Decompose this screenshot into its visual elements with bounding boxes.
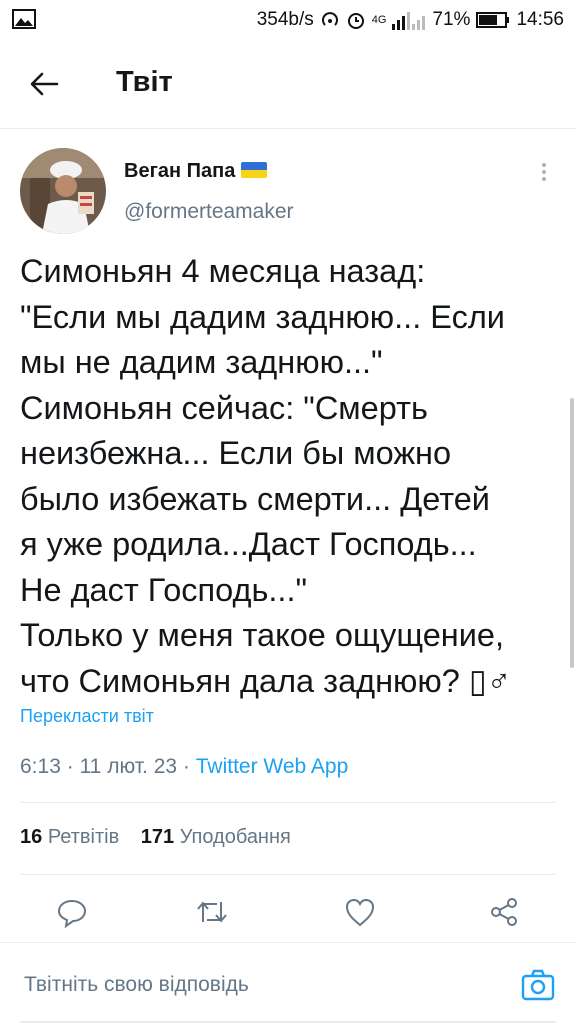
- retweets-label: Ретвітів: [47, 826, 120, 848]
- author-handle[interactable]: @formerteamaker: [124, 200, 294, 224]
- more-options-button[interactable]: [534, 160, 554, 188]
- back-button[interactable]: [24, 64, 64, 104]
- avatar-image: [20, 148, 106, 234]
- status-bar-right: 354b/s 4G 71% 14:56: [257, 8, 564, 32]
- camera-button[interactable]: [520, 967, 556, 1003]
- gallery-notification-icon: [12, 9, 36, 29]
- more-dots-icon: [542, 163, 546, 167]
- reply-button[interactable]: [52, 892, 92, 932]
- tweet-text: Симоньян 4 месяца назад: "Если мы дадим …: [20, 249, 568, 704]
- tweet-line: Только у меня такое ощущение,: [20, 617, 504, 653]
- scrollbar[interactable]: [570, 398, 574, 668]
- reply-underline: [20, 1021, 556, 1023]
- retweets-stat[interactable]: 16 Ретвітів: [20, 826, 119, 849]
- tweet-source-link[interactable]: Twitter Web App: [196, 755, 349, 778]
- share-button[interactable]: [484, 892, 524, 932]
- tweet-date: 11 лют. 23: [79, 755, 178, 778]
- meta-separator: ·: [66, 755, 74, 778]
- reply-icon: [57, 899, 87, 928]
- tweet-line: я уже родила...Даст Господь...: [20, 526, 477, 562]
- battery-icon: [476, 12, 510, 28]
- network-speed: 354b/s: [256, 9, 314, 30]
- divider: [20, 874, 556, 875]
- tweet-line: что Симоньян дала заднюю? ▯♂: [20, 662, 512, 699]
- alarm-icon: [347, 13, 364, 29]
- avatar[interactable]: [20, 148, 106, 234]
- tweet-line: "Если мы дадим заднюю... Если: [20, 298, 505, 335]
- page-title: Твіт: [116, 66, 173, 98]
- clock: 14:56: [516, 9, 564, 30]
- tweet-line: Симоньян сейчас: "Смерть: [20, 389, 428, 426]
- divider: [20, 802, 556, 803]
- tweet-line: было избежать смерти... Детей: [20, 480, 490, 517]
- arrow-left-icon: [30, 72, 59, 96]
- tweet-line: Не даст Господь...": [20, 571, 308, 608]
- retweet-button[interactable]: [192, 892, 232, 932]
- likes-count: 171: [140, 826, 175, 848]
- author-name[interactable]: Веган Папа: [124, 160, 268, 183]
- likes-stat[interactable]: 171 Уподобання: [141, 826, 291, 849]
- hotspot-icon: [321, 12, 338, 26]
- signal-strength-icon: [392, 12, 426, 30]
- app-header: Твіт: [0, 40, 576, 129]
- retweets-count: 16: [20, 826, 43, 848]
- tweet-line: неизбежна... Если бы можно: [20, 435, 452, 471]
- author-display-name: Веган Папа: [124, 160, 236, 182]
- ukraine-flag-icon: [241, 162, 268, 178]
- share-icon: [491, 898, 517, 926]
- network-type: 4G: [371, 14, 387, 26]
- likes-label: Уподобання: [179, 826, 291, 848]
- tweet-time: 6:13: [20, 755, 61, 778]
- status-bar: 354b/s 4G 71% 14:56: [0, 0, 576, 40]
- translate-tweet-link[interactable]: Перекласти твіт: [20, 706, 154, 727]
- reply-bar: Твітніть свою відповідь: [0, 942, 576, 1024]
- tweet-line: мы не дадим заднюю...": [20, 344, 383, 380]
- tweet-line: Симоньян 4 месяца назад:: [20, 253, 426, 289]
- battery-percent: 71%: [432, 9, 471, 30]
- retweet-icon: [197, 901, 227, 923]
- camera-icon: [521, 969, 555, 1001]
- tweet-meta: 6:13 · 11 лют. 23 · Twitter Web App: [20, 755, 348, 779]
- like-icon: [345, 898, 375, 927]
- tweet-detail-screen: 354b/s 4G 71% 14:56 Твіт Веган Папа @for…: [0, 0, 576, 1024]
- tweet-stats: 16 Ретвітів 171 Уподобання: [20, 826, 307, 849]
- reply-input[interactable]: Твітніть свою відповідь: [24, 973, 249, 997]
- tweet-actions: [0, 892, 576, 932]
- like-button[interactable]: [340, 892, 380, 932]
- meta-separator: ·: [182, 755, 190, 778]
